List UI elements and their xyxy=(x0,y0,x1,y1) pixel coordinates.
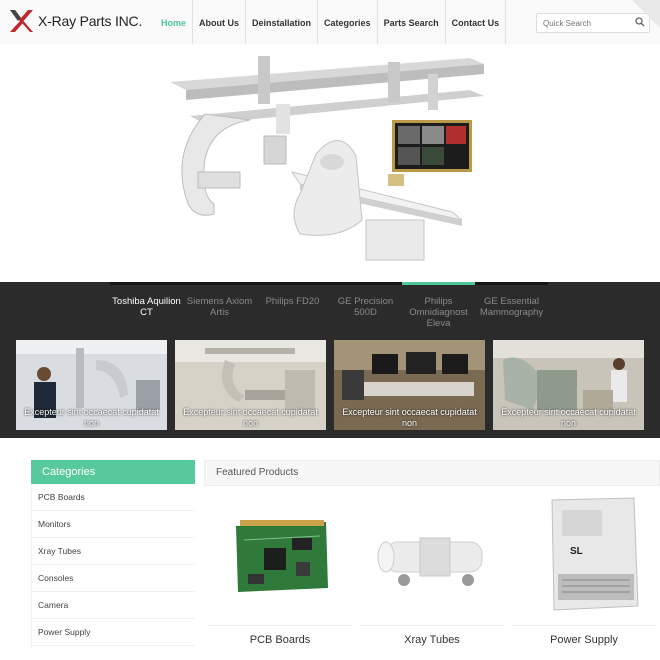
corner-decoration xyxy=(632,0,660,28)
category-xray-tubes[interactable]: Xray Tubes xyxy=(31,538,195,565)
logo-icon xyxy=(10,10,33,32)
tab-philips-fd20[interactable]: Philips FD20 xyxy=(256,282,329,330)
nav-contact-us[interactable]: Contact Us xyxy=(446,0,507,44)
tab-philips-omnidiagnost-eleva[interactable]: Philips Omnidiagnost Eleva xyxy=(402,282,475,330)
product-name: Xray Tubes xyxy=(404,634,460,646)
equipment-slider: Toshiba Aquilion CT Siemens Axiom Artis … xyxy=(0,282,660,438)
thumbnail-card[interactable]: Excepteur sint occaecat cupidatat non xyxy=(175,340,326,430)
nav-home[interactable]: Home xyxy=(155,0,194,44)
nav-about-us[interactable]: About Us xyxy=(193,0,247,44)
category-monitors[interactable]: Monitors xyxy=(31,511,195,538)
angiography-system-image xyxy=(170,56,484,261)
thumbnail-card[interactable]: Excepteur sint occaecat cupidatat non xyxy=(493,340,644,430)
featured-heading: Featured Products xyxy=(204,460,660,486)
brand-name: X-Ray Parts INC. xyxy=(38,13,143,29)
slider-thumbnails: Excepteur sint occaecat cupidatat non Ex… xyxy=(16,340,644,430)
thumbnail-caption: Excepteur sint occaecat cupidatat non xyxy=(342,407,477,428)
featured-products: Featured Products PCB Boards Xray Tubes … xyxy=(204,460,660,660)
product-card-pcb-boards[interactable]: PCB Boards xyxy=(204,490,356,660)
category-camera[interactable]: Camera xyxy=(31,592,195,619)
category-consoles[interactable]: Consoles xyxy=(31,565,195,592)
thumbnail-caption: Excepteur sint occaecat cupidatat non xyxy=(501,407,636,428)
main-nav: Home About Us Deinstallation Categories … xyxy=(155,0,507,44)
categories-heading: Categories xyxy=(31,460,195,484)
thumbnail-card[interactable]: Excepteur sint occaecat cupidatat non xyxy=(334,340,485,430)
product-name: Power Supply xyxy=(550,634,618,646)
product-name: PCB Boards xyxy=(249,634,311,646)
categories-sidebar: Categories PCB Boards Monitors Xray Tube… xyxy=(31,460,195,646)
product-card-xray-tubes[interactable]: Xray Tubes xyxy=(356,490,508,660)
pcb-board-image xyxy=(236,520,328,592)
thumbnail-card[interactable]: Excepteur sint occaecat cupidatat non xyxy=(16,340,167,430)
site-header: X-Ray Parts INC. Home About Us Deinstall… xyxy=(0,0,660,45)
tab-ge-precision-500d[interactable]: GE Precision 500D xyxy=(329,282,402,330)
category-pcb-boards[interactable]: PCB Boards xyxy=(31,484,195,511)
product-grid: PCB Boards Xray Tubes SL Power Supply xyxy=(204,490,660,660)
thumbnail-caption: Excepteur sint occaecat cupidatat non xyxy=(183,407,318,428)
product-divider xyxy=(512,625,656,626)
product-divider xyxy=(360,625,504,626)
tab-ge-essential-mammography[interactable]: GE Essential Mammography xyxy=(475,282,548,330)
nav-parts-search[interactable]: Parts Search xyxy=(378,0,446,44)
svg-text:SL: SL xyxy=(570,546,583,557)
logo[interactable]: X-Ray Parts INC. xyxy=(8,7,142,35)
nav-categories[interactable]: Categories xyxy=(318,0,378,44)
tab-siemens-axiom-artis[interactable]: Siemens Axiom Artis xyxy=(183,282,256,330)
search-input[interactable] xyxy=(543,17,631,29)
nav-deinstallation[interactable]: Deinstallation xyxy=(246,0,319,44)
slider-tabs: Toshiba Aquilion CT Siemens Axiom Artis … xyxy=(110,282,548,330)
xray-tube-image xyxy=(377,537,483,586)
thumbnail-caption: Excepteur sint occaecat cupidatat non xyxy=(24,407,159,428)
hero-banner xyxy=(0,44,660,282)
product-divider xyxy=(208,625,352,626)
power-supply-image: SL xyxy=(551,497,639,611)
product-card-power-supply[interactable]: SL Power Supply xyxy=(508,490,660,660)
category-power-supply[interactable]: Power Supply xyxy=(31,619,195,646)
tab-toshiba-aquilion-ct[interactable]: Toshiba Aquilion CT xyxy=(110,282,183,330)
